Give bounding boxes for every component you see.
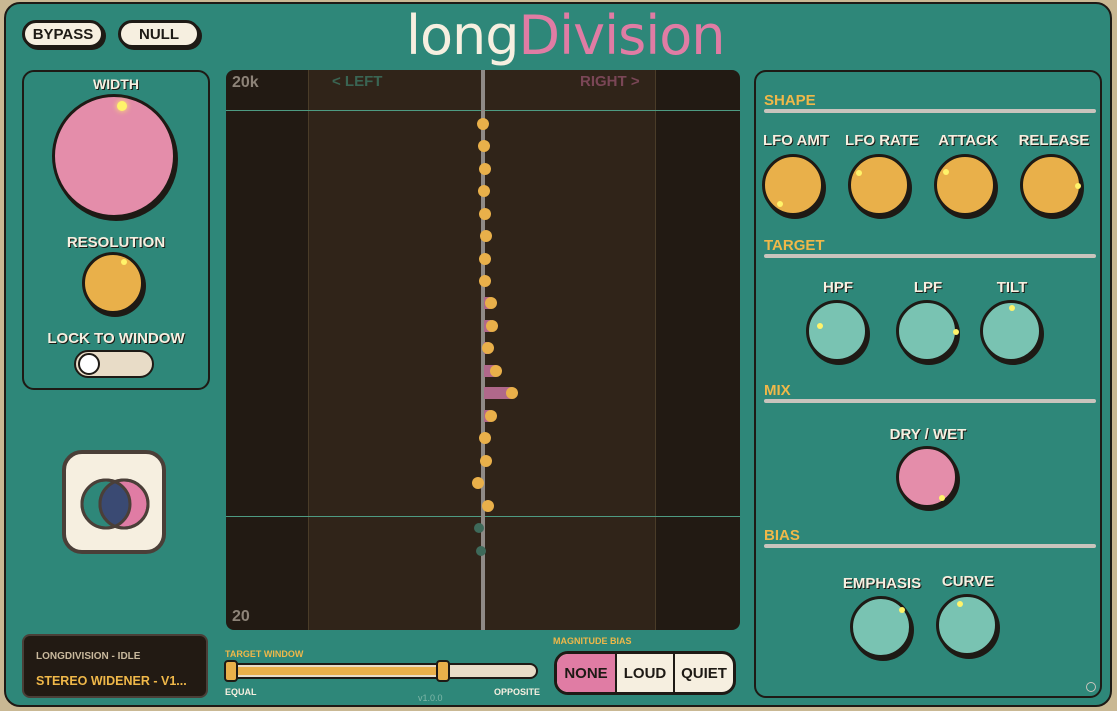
attack-knob[interactable] [934,154,996,216]
spectrum-point [474,523,484,533]
target-window-max-label: OPPOSITE [494,687,541,697]
null-button[interactable]: NULL [118,20,200,48]
bias-divider [764,544,1096,548]
release-label: RELEASE [1018,132,1090,149]
status-box: LONGDIVISION - IDLE STEREO WIDENER - V1.… [22,634,208,698]
bias-quiet-button[interactable]: QUIET [675,654,733,692]
target-window-slider[interactable] [224,660,538,682]
lfo-amt-knob-indicator [777,201,783,207]
hpf-knob-indicator [817,323,823,329]
lock-to-window-toggle[interactable] [74,350,154,378]
shape-divider [764,109,1096,113]
spectrum-point [506,387,518,399]
attack-label: ATTACK [938,132,998,149]
curve-knob[interactable] [936,594,998,656]
tilt-label: TILT [996,279,1028,296]
mix-section-title: MIX [764,382,791,399]
tilt-knob-indicator [1009,305,1015,311]
status-line-2: STEREO WIDENER - V1... [36,674,187,688]
spectrum-point [478,140,490,152]
width-knob[interactable] [52,94,176,218]
lpf-knob-indicator [953,329,959,335]
magnitude-bias-label: MAGNITUDE BIAS [553,636,632,646]
lpf-knob[interactable] [896,300,959,362]
spectrum-point [479,253,491,265]
spectrum-point [479,432,491,444]
lfo-rate-knob-indicator [856,170,862,176]
resolution-knob-indicator [121,259,127,265]
version-label: v1.0.0 [418,693,443,703]
controls-panel: SHAPE LFO AMT LFO RATE ATTACK RELEASE TA… [754,70,1102,698]
spectrum-point [486,320,498,332]
curve-label: CURVE [941,573,995,590]
spectrum-point [479,208,491,220]
curve-knob-indicator [957,601,963,607]
spectrum-point [482,500,494,512]
emphasis-knob-indicator [899,607,905,613]
lfo-amt-knob[interactable] [762,154,824,216]
release-knob-indicator [1075,183,1081,189]
hpf-knob[interactable] [806,300,868,362]
spectrum-point [479,275,491,287]
target-section-title: TARGET [764,237,825,254]
title-part-division: Division [518,4,726,67]
width-panel: WIDTH RESOLUTION LOCK TO WINDOW [22,70,210,390]
mix-divider [764,399,1096,403]
magnitude-bias-selector: NONE LOUD QUIET [554,651,736,695]
spectrum-point [485,410,497,422]
spectrum-point [477,118,489,130]
spectrum-points [472,118,518,556]
target-window-handle-max[interactable] [436,660,450,682]
lpf-label: LPF [913,279,943,296]
toggle-thumb [78,353,100,375]
target-window-handle-min[interactable] [224,660,238,682]
dry-wet-knob-indicator [939,495,945,501]
plugin-window: BYPASS NULL longDivision WIDTH RESOLUTIO… [4,2,1112,707]
width-knob-indicator [117,101,127,111]
resolution-knob[interactable] [82,252,144,314]
emphasis-knob[interactable] [850,596,912,658]
spectrum-point [480,455,492,467]
attack-knob-indicator [943,169,949,175]
target-window-min-label: EQUAL [225,687,257,697]
app-title: longDivision [406,4,725,67]
spectrum-point [472,477,484,489]
resize-handle-icon[interactable] [1086,682,1096,692]
lfo-rate-knob[interactable] [848,154,910,216]
status-line-1: LONGDIVISION - IDLE [36,651,141,662]
resolution-label: RESOLUTION [66,234,166,251]
bypass-button[interactable]: BYPASS [22,20,104,48]
bias-loud-button[interactable]: LOUD [617,654,675,692]
tilt-knob[interactable] [980,300,1042,362]
logo [62,450,166,554]
spectrum-point [490,365,502,377]
target-window-fill [230,667,442,675]
lock-to-window-label: LOCK TO WINDOW [47,330,185,347]
spectrum-point [479,163,491,175]
width-label: WIDTH [93,76,139,92]
title-part-long: long [406,4,520,67]
shape-section-title: SHAPE [764,92,816,109]
stereo-visualizer: 20k 20 < LEFT RIGHT > [226,70,740,630]
spectrum-point [478,185,490,197]
emphasis-label: EMPHASIS [842,575,922,592]
lfo-amt-label: LFO AMT [762,132,830,149]
target-window-label: TARGET WINDOW [225,649,304,659]
spectrum-point [480,230,492,242]
release-knob[interactable] [1020,154,1082,216]
dry-wet-label: DRY / WET [889,426,967,443]
spectrum-point [476,546,486,556]
bias-section-title: BIAS [764,527,800,544]
lfo-rate-label: LFO RATE [845,132,919,149]
spectrum-point [485,297,497,309]
bias-none-button[interactable]: NONE [557,654,617,692]
hpf-label: HPF [823,279,853,296]
venn-logo-icon [80,478,150,530]
spectrum-point [482,342,494,354]
target-divider [764,254,1096,258]
dry-wet-knob[interactable] [896,446,958,508]
